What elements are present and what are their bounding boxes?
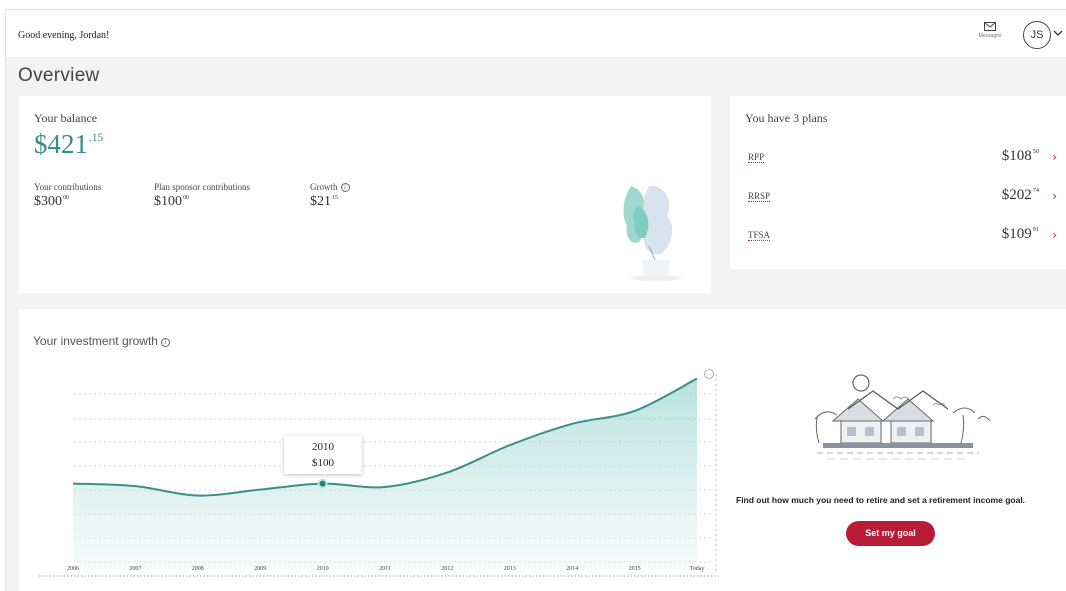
investment-growth-title-text: Your investment growth xyxy=(33,334,158,348)
growth-label: Growth i xyxy=(310,182,350,192)
amount-main: $21 xyxy=(310,194,331,209)
sponsor-contributions-amount: $10000 xyxy=(154,194,250,210)
chart-info-icon[interactable] xyxy=(704,369,714,379)
amount-cents: 91 xyxy=(1032,226,1039,234)
x-tick-label: 2015 xyxy=(629,566,641,572)
x-tick-label: 2008 xyxy=(192,566,204,572)
amount-main: $300 xyxy=(34,194,62,209)
plan-name[interactable]: RRSP xyxy=(748,191,771,202)
amount-cents: 00 xyxy=(63,194,69,201)
x-tick-label: 2011 xyxy=(379,566,391,572)
investment-growth-title: Your investment growth i xyxy=(33,334,170,348)
investment-growth-card: Your investment growth i 2006 2007 2008 2009… xyxy=(19,309,1066,591)
plan-amount: $10991 xyxy=(1002,226,1039,243)
plan-row-rpp[interactable]: RPP $10850 › xyxy=(745,148,1057,168)
sponsor-contributions-label: Plan sponsor contributions xyxy=(154,182,250,192)
tooltip-value: $100 xyxy=(312,457,334,469)
messages-label: Messages xyxy=(978,33,1002,39)
plant-illustration xyxy=(623,185,682,281)
plan-row-rrsp[interactable]: RRSP $20274 › xyxy=(745,187,1057,207)
tooltip-year: 2010 xyxy=(312,441,334,453)
amount-main: $109 xyxy=(1001,226,1032,242)
page-title: Overview xyxy=(18,65,100,86)
balance-amount: $421.15 xyxy=(34,129,103,160)
amount-cents: 00 xyxy=(183,194,189,201)
chevron-right-icon[interactable]: › xyxy=(1052,150,1057,164)
amount-cents: 74 xyxy=(1032,187,1039,195)
messages-button[interactable]: Messages xyxy=(975,22,1005,39)
x-tick-label: Today xyxy=(690,566,705,572)
x-tick-label: 2007 xyxy=(129,566,141,572)
highlighted-point[interactable] xyxy=(317,478,328,489)
top-bar: Good evening, Jordan! Messages JS xyxy=(6,10,1066,58)
x-tick-label: 2006 xyxy=(67,566,79,572)
chevron-right-icon[interactable]: › xyxy=(1052,228,1057,242)
plans-title: You have 3 plans xyxy=(745,111,828,125)
growth-summary: Growth i $2115 xyxy=(310,182,350,210)
x-tick-label: 2013 xyxy=(504,566,516,572)
balance-amount-cents: .15 xyxy=(89,131,104,144)
amount-cents: 15 xyxy=(332,194,338,201)
plan-amount: $20274 xyxy=(1002,187,1039,204)
plans-card: You have 3 plans RPP $10850 › RRSP $2027… xyxy=(730,96,1066,269)
your-contributions-amount: $30000 xyxy=(34,194,101,210)
amount-main: $202 xyxy=(1001,187,1032,203)
x-tick-label: 2014 xyxy=(566,566,578,572)
growth-amount: $2115 xyxy=(310,194,350,210)
your-contributions-label: Your contributions xyxy=(34,182,102,192)
chevron-down-icon[interactable] xyxy=(1053,29,1063,37)
x-tick-label: 2012 xyxy=(441,566,453,572)
app-frame: Good evening, Jordan! Messages JS Overvi… xyxy=(5,9,1066,591)
avatar[interactable]: JS xyxy=(1023,21,1051,49)
envelope-icon xyxy=(984,22,996,31)
balance-label: Your balance xyxy=(34,111,98,125)
plan-name[interactable]: TFSA xyxy=(748,230,771,241)
balance-card: Your balance $421.15 Your contributions … xyxy=(19,96,711,293)
amount-main: $108 xyxy=(1001,148,1032,164)
investment-growth-chart[interactable]: 2006 2007 2008 2009 2010 2011 2012 2013 2014 2015… xyxy=(19,354,729,584)
plan-name[interactable]: RPP xyxy=(748,152,765,163)
goal-description: Find out how much you need to retire and… xyxy=(736,495,1026,505)
balance-amount-main: $421 xyxy=(34,129,88,159)
chart-tooltip: 2010 $100 xyxy=(284,436,362,474)
info-icon[interactable]: i xyxy=(340,183,350,192)
growth-area xyxy=(73,378,697,569)
plan-amount: $10850 xyxy=(1002,148,1039,165)
your-contributions: Your contributions $30000 xyxy=(34,182,101,210)
amount-cents: 50 xyxy=(1032,148,1039,156)
retirement-house-illustration xyxy=(814,374,991,460)
growth-label-text: Growth xyxy=(310,182,338,192)
amount-main: $100 xyxy=(154,194,182,209)
x-tick-label: 2010 xyxy=(317,566,329,572)
chevron-right-icon[interactable]: › xyxy=(1052,189,1057,203)
greeting-text: Good evening, Jordan! xyxy=(18,30,110,41)
sponsor-contributions: Plan sponsor contributions $10000 xyxy=(154,182,250,210)
info-icon[interactable]: i xyxy=(160,338,170,347)
set-my-goal-button[interactable]: Set my goal xyxy=(846,521,935,546)
plan-row-tfsa[interactable]: TFSA $10991 › xyxy=(745,226,1057,246)
x-tick-label: 2009 xyxy=(254,566,266,572)
